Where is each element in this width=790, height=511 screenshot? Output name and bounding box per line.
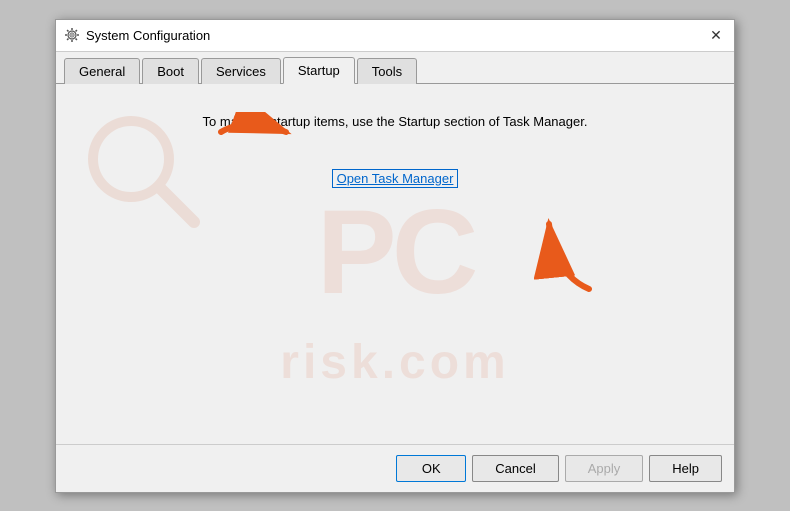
window-title: System Configuration — [86, 28, 210, 43]
help-button[interactable]: Help — [649, 455, 722, 482]
tab-boot[interactable]: Boot — [142, 58, 199, 84]
arrow-to-task-manager — [534, 214, 604, 297]
close-button[interactable]: ✕ — [706, 25, 726, 45]
watermark-risk-text: risk.com — [280, 335, 509, 390]
title-bar: System Configuration ✕ — [56, 20, 734, 52]
tab-startup[interactable]: Startup — [283, 57, 355, 84]
button-bar: OK Cancel Apply Help — [56, 444, 734, 492]
tab-tools[interactable]: Tools — [357, 58, 417, 84]
title-bar-left: System Configuration — [64, 27, 210, 43]
tab-bar: General Boot Services Startup Tools — [56, 52, 734, 84]
apply-button: Apply — [565, 455, 644, 482]
startup-info-text: To manage startup items, use the Startup… — [203, 114, 588, 129]
open-task-manager-link[interactable]: Open Task Manager — [332, 169, 459, 188]
content-area: PC risk.com To manage startup items, use… — [56, 84, 734, 444]
cancel-button[interactable]: Cancel — [472, 455, 558, 482]
system-configuration-window: System Configuration ✕ General Boot Serv… — [55, 19, 735, 493]
tab-services[interactable]: Services — [201, 58, 281, 84]
link-area: Open Task Manager — [80, 169, 710, 188]
watermark: PC risk.com — [56, 84, 734, 444]
ok-button[interactable]: OK — [396, 455, 466, 482]
watermark-pc-text: PC — [317, 192, 474, 312]
tab-general[interactable]: General — [64, 58, 140, 84]
gear-icon — [64, 27, 80, 43]
